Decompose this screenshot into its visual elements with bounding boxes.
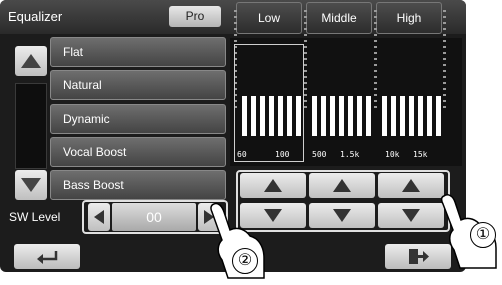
middle-down-button[interactable] [309, 203, 375, 228]
preset-bass-boost[interactable]: Bass Boost [50, 170, 226, 200]
eq-bar [339, 96, 344, 136]
eq-bar [278, 96, 283, 136]
callout-number-2: ② [232, 248, 258, 274]
freq-label-60: 60 [237, 150, 247, 159]
back-button[interactable] [14, 244, 80, 269]
sw-level-decrease-button[interactable] [88, 203, 110, 231]
preset-flat[interactable]: Flat [50, 37, 226, 67]
graph-dotted-line [443, 10, 446, 110]
return-arrow-icon [37, 251, 58, 264]
triangle-up-icon [333, 179, 351, 192]
eq-bar [251, 96, 256, 136]
freq-label-500: 500 [312, 150, 327, 159]
high-up-button[interactable] [378, 173, 444, 198]
eq-bar [321, 96, 326, 136]
middle-up-button[interactable] [309, 173, 375, 198]
freq-label-100: 100 [275, 150, 290, 159]
triangle-left-icon [94, 210, 104, 224]
triangle-down-icon [333, 209, 351, 222]
triangle-down-icon [21, 178, 41, 192]
triangle-up-icon [21, 54, 41, 68]
tab-middle[interactable]: Middle [306, 2, 372, 34]
eq-bar [400, 96, 405, 136]
eq-bar [269, 96, 274, 136]
screen-title: Equalizer [8, 9, 63, 24]
sw-level-value: 00 [112, 203, 196, 231]
eq-bar [348, 96, 353, 136]
preset-vocal-boost[interactable]: Vocal Boost [50, 137, 226, 167]
preset-dynamic[interactable]: Dynamic [50, 104, 226, 134]
scroll-track[interactable] [15, 83, 47, 169]
high-down-button[interactable] [378, 203, 444, 228]
triangle-up-icon [402, 179, 420, 192]
eq-bar [436, 96, 441, 136]
eq-bar [382, 96, 387, 136]
low-up-button[interactable] [240, 173, 306, 198]
freq-label-1-5k: 1.5k [340, 150, 360, 159]
eq-bar [409, 96, 414, 136]
tab-low[interactable]: Low [236, 2, 302, 34]
graph-dotted-line [374, 10, 377, 110]
eq-bar [296, 96, 301, 136]
eq-bar [357, 96, 362, 136]
triangle-up-icon [264, 179, 282, 192]
tab-high[interactable]: High [376, 2, 442, 34]
freq-label-10k: 10k [385, 150, 400, 159]
triangle-down-icon [402, 209, 420, 222]
scroll-up-button[interactable] [15, 46, 47, 76]
eq-bar [260, 96, 265, 136]
callout-number-1: ① [470, 222, 496, 248]
eq-bar [427, 96, 432, 136]
eq-bar [418, 96, 423, 136]
eq-bar [366, 96, 371, 136]
eq-bar [287, 96, 292, 136]
sw-level-label: SW Level [9, 210, 61, 224]
eq-bar [391, 96, 396, 136]
exit-icon [409, 249, 429, 264]
graph-dotted-line [304, 10, 307, 110]
pro-button[interactable]: Pro [169, 6, 221, 27]
eq-bar [330, 96, 335, 136]
eq-bar [242, 96, 247, 136]
scroll-down-button[interactable] [15, 170, 47, 200]
freq-label-15k: 15k [413, 150, 428, 159]
eq-bar [312, 96, 317, 136]
preset-natural[interactable]: Natural [50, 70, 226, 100]
